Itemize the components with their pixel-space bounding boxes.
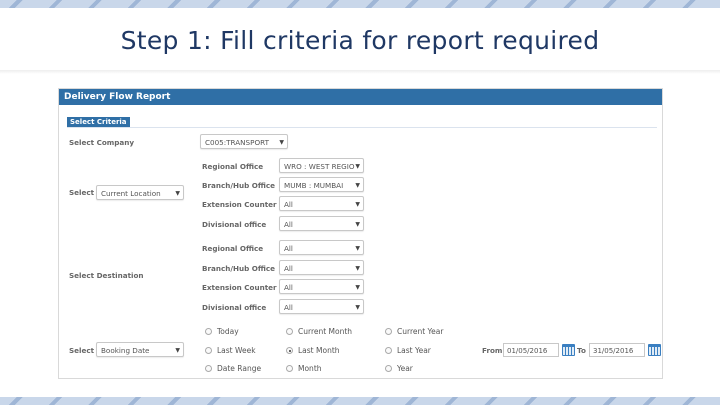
radio-selected-icon [286,347,293,354]
chevron-down-icon: ▼ [175,190,180,197]
chevron-down-icon: ▼ [355,201,360,208]
radio-circle-icon [205,347,212,354]
origin-divisional-office-label: Divisional office [202,220,267,229]
radio-current-month-label: Current Month [298,327,353,336]
radio-month[interactable]: Month [286,364,322,373]
calendar-icon[interactable] [648,344,661,356]
criteria-divider [67,127,657,128]
select-destination-label: Select Destination [69,271,144,280]
from-date-input[interactable]: 01/05/2016 [503,343,559,357]
chevron-down-icon: ▼ [355,284,360,291]
slide-title: Step 1: Fill criteria for report require… [120,26,600,55]
title-divider [0,70,720,74]
radio-year-label: Year [397,364,413,373]
destination-branch-label: Branch/Hub Office [202,264,276,273]
radio-date-range-label: Date Range [217,364,262,373]
destination-divisional-office-value: All [284,303,293,312]
origin-regional-office-select[interactable]: WRO : WEST REGIO ▼ [279,158,364,173]
radio-circle-icon [286,328,293,335]
radio-last-year-label: Last Year [397,346,431,355]
select-company-label: Select Company [69,138,135,147]
panel-header: Delivery Flow Report [59,89,662,105]
radio-last-week-label: Last Week [217,346,256,355]
radio-current-year[interactable]: Current Year [385,327,443,336]
origin-branch-label: Branch/Hub Office [202,181,276,190]
chevron-down-icon: ▼ [355,265,360,272]
chevron-down-icon: ▼ [279,139,284,146]
select-date-type-label: Select [69,346,95,355]
destination-extension-counter-value: All [284,283,293,292]
radio-last-month-label: Last Month [298,346,340,355]
select-location-label: Select [69,188,95,197]
destination-branch-value: All [284,264,293,273]
destination-regional-office-value: All [284,244,293,253]
origin-divisional-office-value: All [284,220,293,229]
radio-circle-icon [385,328,392,335]
radio-circle-icon [385,365,392,372]
chevron-down-icon: ▼ [355,304,360,311]
radio-current-month[interactable]: Current Month [286,327,352,336]
destination-extension-counter-label: Extension Counter [202,283,277,292]
chevron-down-icon: ▼ [355,245,360,252]
origin-regional-office-label: Regional Office [202,162,264,171]
radio-last-month[interactable]: Last Month [286,346,340,355]
radio-last-year[interactable]: Last Year [385,346,431,355]
company-select[interactable]: C005:TRANSPORT ▼ [200,134,288,149]
radio-circle-icon [286,365,293,372]
radio-today[interactable]: Today [205,327,239,336]
radio-circle-icon [205,328,212,335]
date-type-select[interactable]: Booking Date ▼ [96,342,184,357]
radio-circle-icon [205,365,212,372]
destination-regional-office-label: Regional Office [202,244,264,253]
radio-current-year-label: Current Year [397,327,444,336]
radio-circle-icon [385,347,392,354]
to-date-input[interactable]: 31/05/2016 [589,343,645,357]
destination-regional-office-select[interactable]: All ▼ [279,240,364,255]
destination-divisional-office-label: Divisional office [202,303,267,312]
radio-month-label: Month [298,364,322,373]
origin-branch-select[interactable]: MUMB : MUMBAI ▼ [279,177,364,192]
destination-divisional-office-select[interactable]: All ▼ [279,299,364,314]
radio-today-label: Today [217,327,239,336]
delivery-flow-report-panel: Delivery Flow Report Select Criteria Sel… [58,88,663,379]
destination-branch-select[interactable]: All ▼ [279,260,364,275]
origin-branch-value: MUMB : MUMBAI [284,181,344,190]
bottom-decorative-stripe [0,397,720,405]
chevron-down-icon: ▼ [355,163,360,170]
origin-extension-counter-label: Extension Counter [202,200,277,209]
select-criteria-tab: Select Criteria [67,117,130,127]
company-select-value: C005:TRANSPORT [205,138,269,147]
destination-extension-counter-select[interactable]: All ▼ [279,279,364,294]
radio-last-week[interactable]: Last Week [205,346,256,355]
origin-divisional-office-select[interactable]: All ▼ [279,216,364,231]
radio-date-range[interactable]: Date Range [205,364,261,373]
chevron-down-icon: ▼ [175,347,180,354]
radio-year[interactable]: Year [385,364,413,373]
top-decorative-stripe [0,0,720,8]
location-select[interactable]: Current Location ▼ [96,185,184,200]
origin-regional-office-value: WRO : WEST REGIO [284,162,355,171]
location-select-value: Current Location [101,189,161,198]
date-type-value: Booking Date [101,346,150,355]
origin-extension-counter-select[interactable]: All ▼ [279,196,364,211]
calendar-icon[interactable] [562,344,575,356]
chevron-down-icon: ▼ [355,182,360,189]
origin-extension-counter-value: All [284,200,293,209]
chevron-down-icon: ▼ [355,221,360,228]
